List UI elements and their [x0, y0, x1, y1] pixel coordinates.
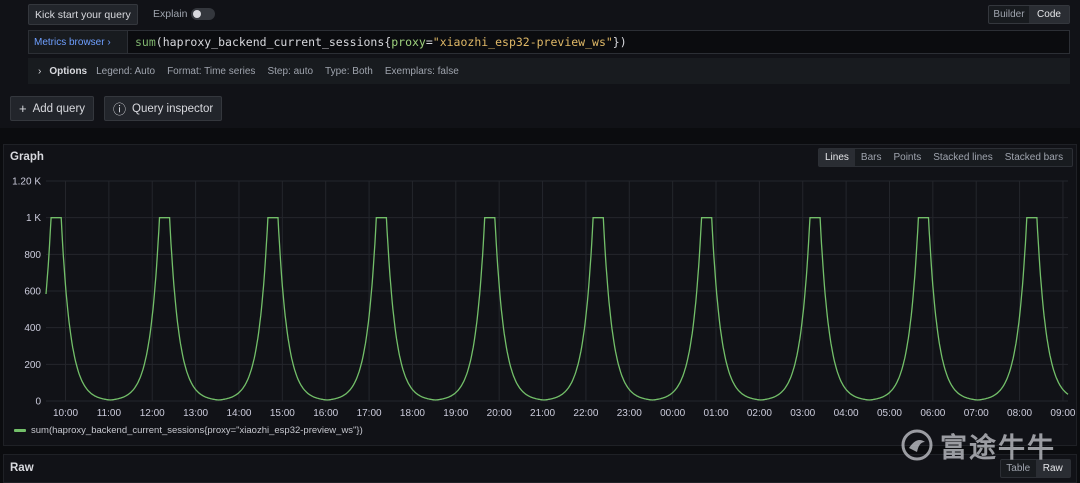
x-tick-label: 15:00	[270, 408, 295, 419]
graph-title: Graph	[10, 151, 44, 163]
explain-label: Explain	[153, 8, 188, 20]
x-tick-label: 13:00	[183, 408, 208, 419]
x-tick-label: 04:00	[834, 408, 859, 419]
editor-mode-switch: Builder Code	[988, 5, 1070, 24]
x-tick-label: 20:00	[487, 408, 512, 419]
explain-toggle[interactable]	[191, 8, 215, 20]
query-editor: Kick start your query Explain Builder Co…	[0, 0, 1080, 128]
x-tick-label: 02:00	[747, 408, 772, 419]
y-tick-label: 200	[24, 360, 41, 371]
chevron-right-icon: ›	[38, 65, 42, 77]
option-legend: Legend: Auto	[96, 65, 156, 77]
add-query-label: Add query	[32, 102, 86, 115]
x-tick-label: 08:00	[1007, 408, 1032, 419]
query-options-row[interactable]: › Options Legend: Auto Format: Time seri…	[28, 58, 1070, 84]
x-tick-label: 21:00	[530, 408, 555, 419]
graph-style-switch: Lines Bars Points Stacked lines Stacked …	[818, 148, 1073, 167]
query-label-value: "xiaozhi_esp32-preview_ws"	[432, 35, 613, 49]
query-row: Metrics browser › sum(haproxy_backend_cu…	[28, 30, 1070, 54]
x-tick-label: 23:00	[617, 408, 642, 419]
y-tick-label: 1.20 K	[12, 177, 41, 188]
watermark-text: 富途牛牛	[940, 432, 1056, 463]
x-tick-label: 19:00	[443, 408, 468, 419]
query-inspector-label: Query inspector	[132, 102, 214, 115]
x-tick-label: 05:00	[877, 408, 902, 419]
x-tick-label: 14:00	[226, 408, 251, 419]
plus-icon: +	[19, 101, 27, 116]
builder-mode-button[interactable]: Builder	[989, 6, 1029, 23]
toggle-knob	[193, 10, 201, 18]
option-type: Type: Both	[325, 65, 373, 77]
style-bars-button[interactable]: Bars	[855, 149, 888, 166]
x-tick-label: 18:00	[400, 408, 425, 419]
graph-panel: Graph Lines Bars Points Stacked lines St…	[3, 144, 1077, 446]
x-tick-label: 07:00	[964, 408, 989, 419]
x-tick-label: 17:00	[357, 408, 382, 419]
query-label-name: proxy	[391, 35, 426, 49]
x-tick-label: 03:00	[790, 408, 815, 419]
query-function: sum	[135, 35, 156, 49]
option-exemplars: Exemplars: false	[384, 65, 459, 77]
series-line	[45, 217, 1069, 401]
chart-legend[interactable]: sum(haproxy_backend_current_sessions{pro…	[14, 425, 363, 436]
y-tick-label: 400	[24, 323, 41, 334]
x-tick-label: 00:00	[660, 408, 685, 419]
x-tick-label: 10:00	[53, 408, 78, 419]
raw-title: Raw	[10, 462, 34, 474]
option-format: Format: Time series	[167, 65, 256, 77]
time-series-chart[interactable]: 0 200 400 600 800 1 K 1.20 K 10:00 11:00 12:00 13:…	[4, 171, 1076, 423]
y-tick-label: 800	[24, 250, 41, 261]
x-tick-label: 16:00	[313, 408, 338, 419]
query-inspector-button[interactable]: ⓘ Query inspector	[104, 96, 223, 121]
x-tick-label: 22:00	[573, 408, 598, 419]
x-tick-label: 09:00	[1050, 408, 1075, 419]
style-stacked-bars-button[interactable]: Stacked bars	[999, 149, 1069, 166]
style-stacked-lines-button[interactable]: Stacked lines	[927, 149, 998, 166]
metrics-browser-button[interactable]: Metrics browser ›	[29, 31, 128, 53]
option-step: Step: auto	[267, 65, 314, 77]
futu-logo-icon	[901, 429, 933, 461]
style-points-button[interactable]: Points	[887, 149, 927, 166]
legend-label: sum(haproxy_backend_current_sessions{pro…	[31, 425, 363, 436]
y-tick-label: 1 K	[26, 213, 41, 224]
watermark: 富途牛牛	[900, 428, 1070, 463]
info-icon: ⓘ	[113, 102, 127, 117]
query-input[interactable]: sum(haproxy_backend_current_sessions{pro…	[135, 35, 627, 49]
x-tick-label: 01:00	[703, 408, 728, 419]
x-tick-label: 06:00	[920, 408, 945, 419]
style-lines-button[interactable]: Lines	[819, 149, 855, 166]
options-title: Options	[49, 65, 88, 77]
kick-start-query-button[interactable]: Kick start your query	[28, 4, 138, 25]
y-tick-label: 0	[35, 397, 41, 408]
legend-swatch	[14, 429, 26, 432]
add-query-button[interactable]: + Add query	[10, 96, 95, 121]
code-mode-button[interactable]: Code	[1029, 6, 1069, 23]
query-metric: haproxy_backend_current_sessions	[162, 35, 385, 49]
y-tick-label: 600	[24, 287, 41, 298]
x-tick-label: 12:00	[140, 408, 165, 419]
x-tick-label: 11:00	[97, 408, 122, 419]
